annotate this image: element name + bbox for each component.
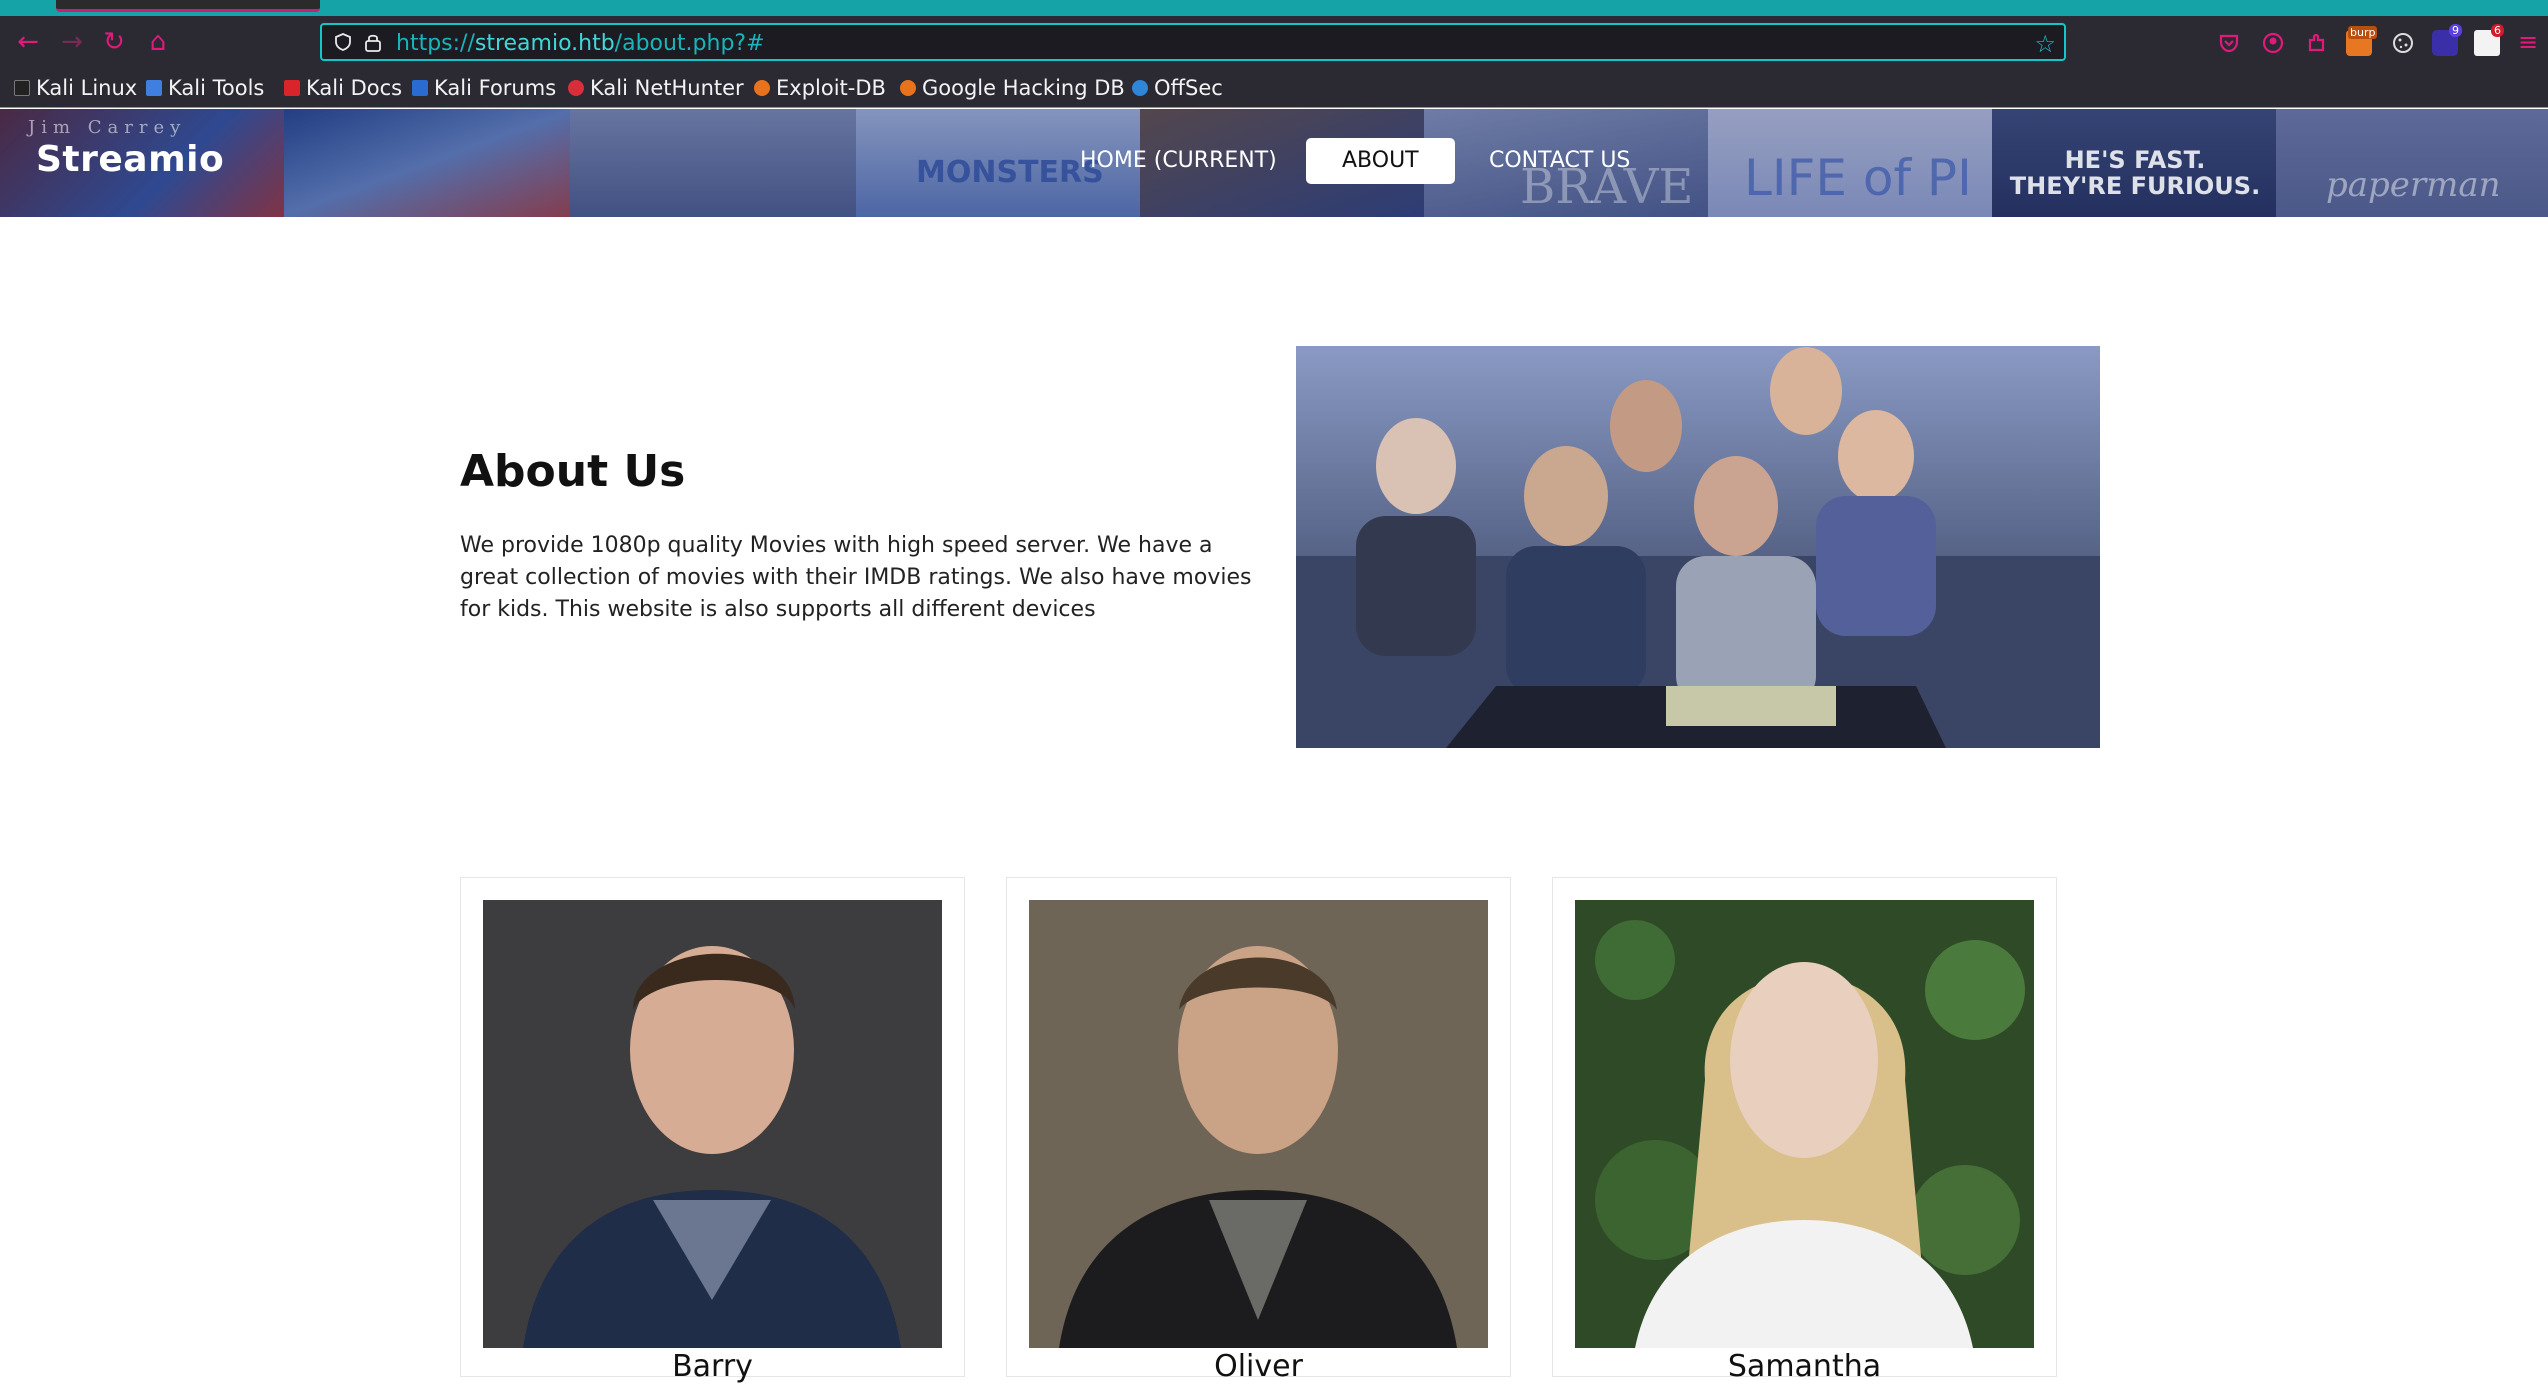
bookmark-kali-linux[interactable]: Kali Linux <box>14 76 137 100</box>
bookmark-google-hacking-db[interactable]: Google Hacking DB <box>900 76 1125 100</box>
bookmark-label: OffSec <box>1154 76 1223 100</box>
offsec-icon <box>1132 80 1148 96</box>
nav-home[interactable]: HOME (CURRENT) <box>1044 138 1313 184</box>
url-host: streamio.htb <box>474 31 615 56</box>
exploit-db-icon <box>754 80 770 96</box>
nethunter-icon <box>568 80 584 96</box>
kali-docs-icon <box>284 80 300 96</box>
friends-watching-tv-image <box>1296 346 2100 748</box>
shield-icon[interactable] <box>334 33 352 51</box>
url-path: /about.php?# <box>614 31 765 56</box>
poster-caption: paperman <box>2326 165 2501 205</box>
poster-caption: HE'S FAST. THEY'RE FURIOUS. <box>2009 146 2261 200</box>
reload-icon[interactable]: ↻ <box>100 28 128 56</box>
back-arrow-icon[interactable]: ← <box>14 28 42 56</box>
about-title: About Us <box>460 446 686 497</box>
bookmark-label: Kali Tools <box>168 76 265 100</box>
bookmarks-toolbar: Kali Linux Kali Tools Kali Docs Kali For… <box>0 68 2548 108</box>
bookmark-label: Kali Forums <box>434 76 557 100</box>
browser-toolbar: ← → ↻ ⌂ https://streamio.htb/about.php?#… <box>0 16 2548 68</box>
home-icon[interactable]: ⌂ <box>144 28 172 56</box>
poster-caption: LIFE of PI <box>1744 149 1972 207</box>
mail-extension-icon[interactable]: 6 <box>2474 24 2504 56</box>
shield-extension-icon[interactable]: 9 <box>2432 24 2462 56</box>
ghdb-icon <box>900 80 916 96</box>
kali-tools-icon <box>146 80 162 96</box>
nav-about[interactable]: ABOUT <box>1306 138 1455 184</box>
bookmark-label: Kali Docs <box>306 76 403 100</box>
about-description: We provide 1080p quality Movies with hig… <box>460 533 1252 622</box>
portrait-image <box>1029 900 1488 1348</box>
account-icon[interactable] <box>2260 30 2286 56</box>
bookmark-label: Kali NetHunter <box>590 76 744 100</box>
kali-dragon-icon <box>14 80 30 96</box>
address-bar[interactable]: https://streamio.htb/about.php?# ☆ <box>320 23 2066 61</box>
extensions-icon[interactable] <box>2304 30 2330 56</box>
portrait-image <box>483 900 942 1348</box>
team-card: Samantha <box>1552 877 2057 1384</box>
team-member-name: Samantha <box>1727 1349 1882 1384</box>
extension-badge-count: 9 <box>2449 24 2462 37</box>
team-member-name: Oliver <box>1214 1349 1303 1384</box>
url-text[interactable]: https://streamio.htb/about.php?# <box>396 31 765 56</box>
bookmark-offsec[interactable]: OffSec <box>1132 76 1223 100</box>
bookmark-label: Kali Linux <box>36 76 138 100</box>
burp-badge: burp <box>2348 26 2378 39</box>
bookmark-kali-nethunter[interactable]: Kali NetHunter <box>568 76 744 100</box>
team-member-name: Barry <box>672 1349 753 1384</box>
team-card: Barry <box>460 877 965 1384</box>
burp-extension-icon[interactable]: burp <box>2346 26 2378 56</box>
url-scheme: https:// <box>396 31 475 56</box>
team-card: Oliver <box>1006 877 1511 1384</box>
about-hero-image <box>1296 346 2100 748</box>
pocket-icon[interactable] <box>2216 30 2242 56</box>
site-header: Jim Carrey MONSTERS BRAVE LIFE of PI HE'… <box>0 109 2548 217</box>
tab-strip <box>0 0 2548 16</box>
team-photo <box>483 900 942 1348</box>
nav-contact-us[interactable]: CONTACT US <box>1453 138 1666 184</box>
bookmark-label: Google Hacking DB <box>922 76 1125 100</box>
site-brand[interactable]: Streamio <box>36 139 224 180</box>
mail-badge-count: 6 <box>2491 24 2504 37</box>
poster-caption: Jim Carrey <box>28 117 187 138</box>
active-tab[interactable] <box>56 0 320 12</box>
menu-icon[interactable]: ≡ <box>2514 28 2542 56</box>
forward-arrow-icon[interactable]: → <box>58 28 86 56</box>
bookmark-kali-docs[interactable]: Kali Docs <box>284 76 402 100</box>
bookmark-exploit-db[interactable]: Exploit-DB <box>754 76 886 100</box>
team-photo <box>1029 900 1488 1348</box>
bookmark-kali-tools[interactable]: Kali Tools <box>146 76 264 100</box>
kali-forums-icon <box>412 80 428 96</box>
team-photo <box>1575 900 2034 1348</box>
bookmark-kali-forums[interactable]: Kali Forums <box>412 76 556 100</box>
portrait-image <box>1575 900 2034 1348</box>
bookmark-label: Exploit-DB <box>776 76 886 100</box>
bookmark-star-icon[interactable]: ☆ <box>2034 30 2056 58</box>
cookie-icon[interactable] <box>2390 30 2416 56</box>
lock-icon[interactable] <box>364 32 382 52</box>
